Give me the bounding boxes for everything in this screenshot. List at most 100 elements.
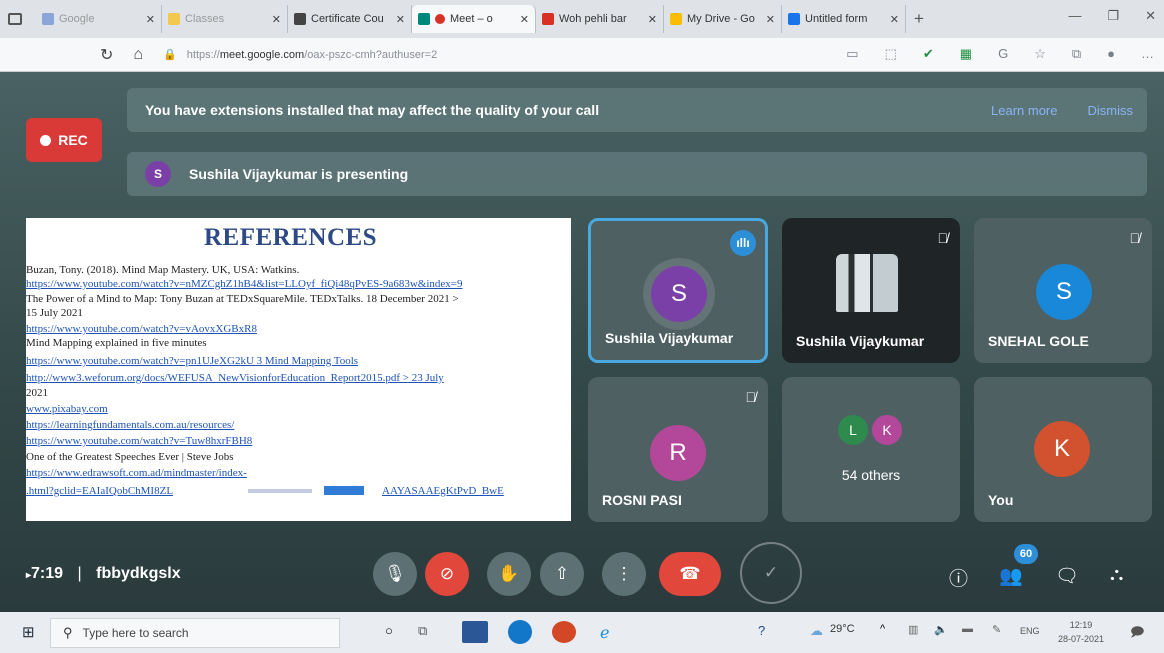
system-clock[interactable]: 12:19 28-07-2021 bbox=[1055, 618, 1107, 646]
tab-untitled-form[interactable]: Untitled form ✕ bbox=[782, 5, 906, 33]
tab-certificate[interactable]: Certificate Cou ✕ bbox=[288, 5, 412, 33]
help-icon[interactable]: ? bbox=[758, 623, 765, 638]
clock-time: 12:19 bbox=[1069, 620, 1093, 630]
drive-favicon-icon bbox=[670, 13, 682, 25]
close-tab-icon[interactable]: ✕ bbox=[146, 13, 155, 26]
extension-icon[interactable]: ⬚ bbox=[885, 46, 897, 62]
avatar: S bbox=[651, 266, 707, 322]
tab-my-drive[interactable]: My Drive - Go ✕ bbox=[664, 5, 782, 33]
edge-app-icon[interactable] bbox=[508, 620, 532, 644]
tab-classes[interactable]: Classes ✕ bbox=[162, 5, 288, 33]
avatar: R bbox=[650, 425, 706, 481]
present-now-button[interactable]: ⇧ bbox=[540, 552, 584, 596]
close-tab-icon[interactable]: ✕ bbox=[396, 13, 405, 26]
avatar: L bbox=[838, 415, 868, 445]
people-button[interactable]: 👥 bbox=[999, 564, 1023, 588]
new-tab-button[interactable]: + bbox=[914, 9, 924, 29]
microphone-button[interactable]: 🎙 bbox=[373, 552, 417, 596]
chat-button[interactable]: 🗨 bbox=[1055, 564, 1079, 588]
close-tab-icon[interactable]: ✕ bbox=[520, 13, 529, 26]
pen-icon[interactable]: ✎ bbox=[992, 623, 1001, 636]
tab-woh-pehli-baar[interactable]: Woh pehli bar ✕ bbox=[536, 5, 664, 33]
more-options-button[interactable]: ⋮ bbox=[602, 552, 646, 596]
camera-icon[interactable]: ▭ bbox=[846, 46, 858, 62]
recording-indicator[interactable]: REC bbox=[26, 118, 102, 162]
sheets-extension-icon[interactable]: ▦ bbox=[960, 46, 972, 62]
profile-icon[interactable]: ● bbox=[1107, 46, 1115, 62]
check-icon: ✓ bbox=[763, 563, 779, 582]
google-extension-icon[interactable]: G bbox=[998, 46, 1008, 62]
lock-icon: 🔒 bbox=[163, 49, 177, 61]
others-count-label: 54 others bbox=[841, 467, 901, 483]
hang-up-icon: ☎ bbox=[679, 564, 701, 583]
word-app-icon[interactable] bbox=[462, 621, 488, 643]
avatar: K bbox=[1034, 421, 1090, 477]
mic-muted-icon: 🎙̸ bbox=[1129, 230, 1141, 246]
reference-link: .html?gclid=EAIaIQobChMI8ZL bbox=[26, 485, 174, 497]
participant-tile[interactable]: 🎙̸ S SNEHAL GOLE bbox=[974, 218, 1152, 363]
minimize-icon[interactable]: — bbox=[1068, 8, 1081, 24]
reload-icon[interactable]: ↻ bbox=[100, 45, 113, 65]
camera-toggle-button[interactable]: ⊘ bbox=[425, 552, 469, 596]
people-count-badge: 60 bbox=[1014, 544, 1038, 564]
volume-icon[interactable]: 🔈 bbox=[934, 623, 948, 636]
tab-meet[interactable]: Meet – o ✕ bbox=[412, 5, 536, 33]
meet-control-bar: ▸7:19 | fbbydkgslx 🎙 ⊘ ✋ ⇧ ⋮ ☎ ✓ ⓘ 👥 60 … bbox=[0, 542, 1164, 612]
favorites-icon[interactable]: ☆ bbox=[1034, 46, 1046, 62]
separator: | bbox=[77, 565, 82, 582]
windows-start-icon[interactable]: ⊞ bbox=[22, 623, 35, 641]
network-icon[interactable]: ▥ bbox=[908, 623, 918, 636]
sidebar-toggle-icon[interactable] bbox=[8, 13, 22, 25]
meeting-info-button[interactable]: ⓘ bbox=[949, 564, 968, 591]
reference-link: http://www3.weforum.org/docs/WEFUSA_NewV… bbox=[26, 372, 444, 384]
tab-favicon-icon bbox=[168, 13, 180, 25]
language-indicator[interactable]: ENG bbox=[1020, 626, 1040, 636]
battery-icon[interactable]: ▬ bbox=[962, 623, 973, 635]
tab-favicon-icon bbox=[42, 13, 54, 25]
close-tab-icon[interactable]: ✕ bbox=[766, 13, 775, 26]
reference-link: www.pixabay.com bbox=[26, 403, 108, 415]
powerpoint-app-icon[interactable] bbox=[552, 621, 576, 643]
dismiss-link[interactable]: Dismiss bbox=[1088, 103, 1134, 118]
avatar: K bbox=[872, 415, 902, 445]
slide-highlight-box bbox=[324, 486, 364, 495]
check-extension-icon[interactable]: ✔ bbox=[923, 46, 934, 62]
ie-app-icon[interactable]: ℯ bbox=[600, 623, 609, 643]
close-tab-icon[interactable]: ✕ bbox=[272, 13, 281, 26]
participant-tile-speaking[interactable]: ıllı S Sushila Vijaykumar bbox=[588, 218, 768, 363]
reference-line: Mind Mapping explained in five minutes bbox=[26, 337, 207, 349]
raise-hand-button[interactable]: ✋ bbox=[487, 552, 531, 596]
participant-tile[interactable]: 🎙̸ R ROSNI PASI bbox=[588, 377, 768, 522]
url-field[interactable]: https://meet.google.com/oax-pszc-cmh?aut… bbox=[187, 49, 437, 61]
extension-warning-banner: You have extensions installed that may a… bbox=[127, 88, 1147, 132]
taskbar-search-box[interactable]: ⚲ Type here to search bbox=[50, 618, 340, 648]
tray-overflow-icon[interactable]: ^ bbox=[880, 623, 885, 635]
collections-icon[interactable]: ⧉ bbox=[1072, 46, 1081, 62]
cortana-icon[interactable]: ○ bbox=[385, 623, 393, 638]
mic-muted-icon: 🎙̸ bbox=[745, 389, 757, 405]
learn-more-link[interactable]: Learn more bbox=[991, 103, 1057, 118]
weather-temperature[interactable]: 29°C bbox=[830, 623, 855, 635]
participant-name: SNEHAL GOLE bbox=[988, 333, 1089, 349]
self-tile[interactable]: K You bbox=[974, 377, 1152, 522]
close-tab-icon[interactable]: ✕ bbox=[648, 13, 657, 26]
clock-date: 28-07-2021 bbox=[1057, 634, 1105, 644]
tab-google[interactable]: Google ✕ bbox=[36, 5, 162, 33]
home-icon[interactable]: ⌂ bbox=[133, 46, 143, 64]
recording-dot-icon bbox=[435, 14, 445, 24]
participant-name: Sushila Vijaykumar bbox=[605, 330, 734, 346]
close-tab-icon[interactable]: ✕ bbox=[890, 13, 899, 26]
leave-call-button[interactable]: ☎ bbox=[659, 552, 721, 596]
participant-tile-video[interactable]: 🎙̸ Sushila Vijaykumar bbox=[782, 218, 960, 363]
restore-icon[interactable]: ❐ bbox=[1107, 8, 1119, 24]
close-window-icon[interactable]: ✕ bbox=[1145, 8, 1156, 24]
activities-button[interactable]: ⛬ bbox=[1110, 564, 1123, 586]
more-icon[interactable]: … bbox=[1141, 46, 1154, 62]
notifications-icon[interactable]: 🗩 bbox=[1130, 623, 1144, 645]
presentation-slide: REFERENCES Buzan, Tony. (2018). Mind Map… bbox=[26, 218, 571, 521]
task-view-icon[interactable]: ⧉ bbox=[418, 623, 427, 639]
cursor-ring: ✓ bbox=[740, 542, 802, 604]
others-tile[interactable]: L K 54 others bbox=[782, 377, 960, 522]
tab-favicon-icon bbox=[294, 13, 306, 25]
camera-off-icon: ⊘ bbox=[439, 564, 455, 583]
